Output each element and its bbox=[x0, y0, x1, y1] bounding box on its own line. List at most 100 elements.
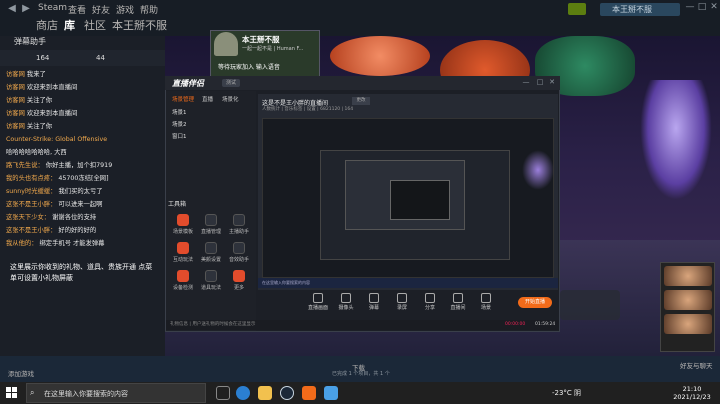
toolbox-item[interactable]: 场景模板 bbox=[170, 214, 196, 235]
side-tab-scene-mode[interactable]: 场景化 bbox=[222, 95, 239, 103]
stream-control-button[interactable]: 摄像头 bbox=[334, 293, 358, 311]
maximize-icon[interactable]: □ bbox=[696, 2, 708, 14]
tab-library[interactable]: 库 bbox=[64, 17, 75, 33]
forward-arrow-icon[interactable]: ▶ bbox=[20, 3, 32, 15]
scene-item[interactable]: 窗口1 bbox=[172, 132, 187, 140]
preview-taskbar: 在这里输入你要搜索的内容 bbox=[258, 278, 558, 288]
control-icon bbox=[341, 293, 351, 303]
tool-label: 音效助手 bbox=[228, 257, 249, 263]
menu-help[interactable]: 帮助 bbox=[140, 3, 158, 16]
tool-icon bbox=[205, 214, 217, 226]
scene-balloon bbox=[330, 36, 430, 76]
chat-sender: 访客网 bbox=[6, 71, 25, 78]
tool-icon bbox=[233, 270, 245, 282]
side-tab-live[interactable]: 直播 bbox=[202, 95, 213, 103]
chat-message: 这张不是王小胖： 可以进来一起啊 bbox=[6, 200, 163, 209]
toolbox-item[interactable]: 美颜设置 bbox=[198, 242, 224, 263]
chat-text: 哈哈哈哈哈哈哈, 大西 bbox=[6, 149, 67, 156]
user-account-chip[interactable]: 本王掰不服 bbox=[600, 3, 680, 16]
menu-friends[interactable]: 好友 bbox=[92, 3, 110, 16]
chat-text: 谢谢各位的支持 bbox=[52, 214, 97, 221]
chat-message: 这张不是王小胖： 好的好的好的 bbox=[6, 226, 163, 235]
app-logo: 直播伴侣 bbox=[172, 79, 204, 88]
stream-control-button[interactable]: 直播画面 bbox=[306, 293, 330, 311]
chat-sender: 我的头也有点疼： bbox=[6, 175, 57, 182]
friends-chat-button[interactable]: 好友与聊天 bbox=[680, 362, 716, 370]
tool-label: 主播助手 bbox=[228, 229, 249, 235]
toolbox-item[interactable]: 互动玩法 bbox=[170, 242, 196, 263]
toolbox-item[interactable]: 主播助手 bbox=[226, 214, 252, 235]
toolbox-item[interactable]: 设备检测 bbox=[170, 270, 196, 291]
tab-community[interactable]: 社区 bbox=[84, 17, 106, 33]
notification-icon[interactable] bbox=[568, 3, 586, 15]
stream-control-button[interactable]: 弹幕 bbox=[362, 293, 386, 311]
start-live-button[interactable]: 开始直播 bbox=[518, 297, 552, 308]
menu-games[interactable]: 游戏 bbox=[116, 3, 134, 16]
clock-time: 21:10 bbox=[682, 385, 702, 393]
steam-icon[interactable] bbox=[280, 386, 294, 400]
task-view-icon[interactable] bbox=[216, 386, 230, 400]
toolbox-item[interactable]: 更多 bbox=[226, 270, 252, 291]
control-icon bbox=[425, 293, 435, 303]
stream-control-button[interactable]: 录屏 bbox=[390, 293, 414, 311]
side-tab-scenes[interactable]: 场景管理 bbox=[172, 95, 194, 103]
app-close-icon[interactable]: ✕ bbox=[546, 78, 558, 90]
live-companion-icon[interactable] bbox=[302, 386, 316, 400]
tab-store[interactable]: 商店 bbox=[36, 17, 58, 33]
weather-widget[interactable]: -23°C 阴 bbox=[552, 388, 581, 398]
chat-message: 访客网 欢迎来到本直播间 bbox=[6, 83, 163, 92]
tab-profile[interactable]: 本王掰不服 bbox=[112, 17, 167, 33]
chat-text: 你好主播，加个扣7919 bbox=[45, 162, 113, 169]
toolbox-item[interactable]: 直播管理 bbox=[198, 214, 224, 235]
toolbox-item[interactable]: 音效助手 bbox=[226, 242, 252, 263]
windows-start-icon[interactable] bbox=[6, 387, 18, 399]
chat-message: Counter-Strike: Global Offensive bbox=[6, 135, 163, 144]
chat-text: 关注了你 bbox=[26, 97, 53, 104]
app-minimize-icon[interactable]: — bbox=[520, 78, 532, 90]
clock-date: 2021/12/23 bbox=[673, 393, 711, 401]
chat-message: 我的头也有点疼： 45700冻结[全网] bbox=[6, 174, 163, 183]
app-icon[interactable] bbox=[324, 386, 338, 400]
scene-item[interactable]: 场景2 bbox=[172, 120, 187, 128]
recursive-preview-inner bbox=[390, 180, 450, 220]
chat-stats-bar bbox=[0, 50, 165, 66]
chat-message: 这张天下少女： 谢谢各位的支持 bbox=[6, 213, 163, 222]
chat-message: 访客网 关注了你 bbox=[6, 122, 163, 131]
session-time: 01:59:24 bbox=[535, 322, 556, 327]
search-icon: ⌕ bbox=[30, 388, 35, 397]
add-game-button[interactable]: 添加游戏 bbox=[8, 368, 34, 378]
minimize-icon[interactable]: — bbox=[684, 2, 696, 14]
chat-sender: sunny时光缓缓： bbox=[6, 188, 57, 195]
close-icon[interactable]: ✕ bbox=[708, 2, 720, 14]
scene-item[interactable]: 场景1 bbox=[172, 108, 187, 116]
menu-view[interactable]: 查看 bbox=[68, 3, 86, 16]
chat-text: 绑定手机号 才能发弹幕 bbox=[39, 240, 105, 247]
viewer-count: 164 bbox=[36, 54, 50, 62]
file-explorer-icon[interactable] bbox=[258, 386, 272, 400]
stream-control-button[interactable]: 直播间 bbox=[446, 293, 470, 311]
chat-message: sunny时光缓缓： 我们买的太亏了 bbox=[6, 187, 163, 196]
tool-label: 更多 bbox=[233, 285, 244, 291]
stream-control-button[interactable]: 分享 bbox=[418, 293, 442, 311]
chat-message: 访客网 关注了你 bbox=[6, 96, 163, 105]
chat-message: 哈哈哈哈哈哈哈, 大西 bbox=[6, 148, 163, 157]
player-status: 一起一起不是 | Human F... bbox=[242, 46, 304, 52]
chat-message: 我从他的： 绑定手机号 才能发弹幕 bbox=[6, 239, 163, 248]
chat-sender: 访客网 bbox=[6, 110, 25, 117]
tool-label: 直播管理 bbox=[200, 229, 221, 235]
edge-icon[interactable] bbox=[236, 386, 250, 400]
toolbox-item[interactable]: 道具玩法 bbox=[198, 270, 224, 291]
chat-message: 访客网 我来了 bbox=[6, 70, 163, 79]
back-arrow-icon[interactable]: ◀ bbox=[6, 3, 18, 15]
app-maximize-icon[interactable]: □ bbox=[534, 78, 546, 90]
edit-title-button[interactable]: 更改 bbox=[352, 97, 370, 105]
taskbar-clock[interactable]: 21:10 2021/12/23 bbox=[672, 385, 712, 401]
chat-title: 弹幕助手 bbox=[14, 37, 46, 46]
join-prompt: 等待玩家加入 输入语音 bbox=[218, 64, 280, 71]
tool-icon bbox=[205, 242, 217, 254]
menu-steam[interactable]: Steam bbox=[38, 3, 67, 13]
control-label: 录屏 bbox=[396, 305, 407, 311]
chat-sender: 访客网 bbox=[6, 123, 25, 130]
webcam-feed bbox=[664, 290, 712, 310]
stream-control-button[interactable]: 场景 bbox=[474, 293, 498, 311]
